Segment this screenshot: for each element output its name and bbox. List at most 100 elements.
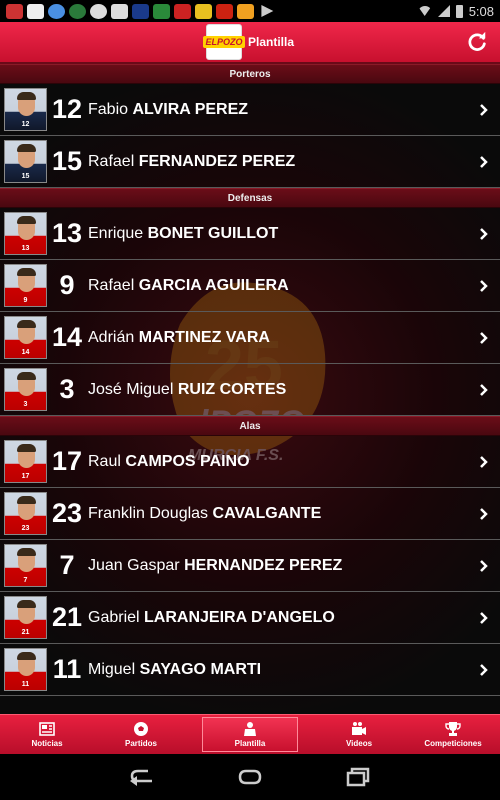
video-camera-icon bbox=[352, 722, 366, 735]
chevron-right-icon bbox=[480, 332, 488, 344]
player-photo: 11 bbox=[4, 648, 47, 691]
status-right: 5:08 bbox=[417, 4, 494, 19]
player-number: 17 bbox=[51, 446, 83, 476]
photo-jersey-number: 7 bbox=[23, 577, 28, 584]
photo-jersey-number: 15 bbox=[21, 173, 30, 180]
recent-apps-icon[interactable] bbox=[344, 767, 372, 787]
player-last-name: GARCIA AGUILERA bbox=[138, 276, 289, 294]
player-first-name: Rafael bbox=[88, 276, 135, 294]
player-hair bbox=[17, 268, 36, 276]
notification-crest-icon bbox=[216, 3, 233, 19]
notification-elpozo-icon bbox=[237, 3, 254, 19]
player-last-name: CAVALGANTE bbox=[212, 504, 322, 522]
player-name: Franklin Douglas CAVALGANTE bbox=[88, 505, 321, 523]
tab-label: Videos bbox=[345, 739, 373, 748]
tab-noticias[interactable]: Noticias bbox=[0, 715, 94, 754]
tab-plantilla[interactable]: Plantilla bbox=[202, 717, 298, 752]
player-first-name: Enrique bbox=[88, 224, 144, 242]
player-name: Adrián MARTINEZ VARA bbox=[88, 329, 270, 347]
chevron-right-icon bbox=[480, 104, 488, 116]
player-name: Gabriel LARANJEIRA D'ANGELO bbox=[88, 609, 335, 627]
player-photo: 17 bbox=[4, 440, 47, 483]
player-last-name: LARANJEIRA D'ANGELO bbox=[144, 608, 335, 626]
trophy-icon bbox=[445, 722, 461, 736]
player-name: Raul CAMPOS PAINO bbox=[88, 453, 250, 471]
player-first-name: Raul bbox=[88, 452, 121, 470]
tab-label: Partidos bbox=[124, 739, 157, 748]
notification-ghost-icon bbox=[90, 3, 107, 19]
player-hair bbox=[17, 600, 36, 608]
player-name: Rafael GARCIA AGUILERA bbox=[88, 277, 289, 295]
notification-crest-icon bbox=[195, 3, 212, 19]
player-row[interactable]: 15 15 Rafael FERNANDEZ PEREZ bbox=[0, 136, 500, 188]
refresh-icon[interactable] bbox=[466, 31, 488, 53]
player-first-name: Fabio bbox=[88, 100, 129, 118]
player-row[interactable]: 7 7 Juan Gaspar HERNANDEZ PEREZ bbox=[0, 540, 500, 592]
photo-jersey-number: 17 bbox=[21, 473, 30, 480]
player-row[interactable]: 3 3 José Miguel RUIZ CORTES bbox=[0, 364, 500, 416]
player-name: Fabio ALVIRA PEREZ bbox=[88, 101, 248, 119]
player-row[interactable]: 21 21 Gabriel LARANJEIRA D'ANGELO bbox=[0, 592, 500, 644]
notification-image-icon bbox=[27, 3, 44, 19]
app-screen: 5:08 ELPOZO Plantilla 25 elPOZO MURCIA F… bbox=[0, 0, 500, 800]
chevron-right-icon bbox=[480, 456, 488, 468]
wifi-icon bbox=[417, 6, 432, 16]
photo-jersey-number: 3 bbox=[23, 401, 28, 408]
player-last-name: FERNANDEZ PEREZ bbox=[138, 152, 296, 170]
player-photo: 3 bbox=[4, 368, 47, 411]
player-row[interactable]: 9 9 Rafael GARCIA AGUILERA bbox=[0, 260, 500, 312]
photo-jersey-number: 11 bbox=[21, 681, 30, 688]
tab-competiciones[interactable]: Competiciones bbox=[406, 715, 500, 754]
home-icon[interactable] bbox=[236, 767, 264, 787]
tab-videos[interactable]: Videos bbox=[312, 715, 406, 754]
player-row[interactable]: 13 13 Enrique BONET GUILLOT bbox=[0, 208, 500, 260]
tab-label: Plantilla bbox=[234, 739, 266, 748]
player-photo: 23 bbox=[4, 492, 47, 535]
player-number: 9 bbox=[59, 270, 75, 300]
chevron-right-icon bbox=[480, 560, 488, 572]
player-row[interactable]: 12 12 Fabio ALVIRA PEREZ bbox=[0, 84, 500, 136]
section-header: Alas bbox=[0, 416, 500, 436]
app-header: ELPOZO Plantilla bbox=[0, 22, 500, 64]
player-hair bbox=[17, 444, 36, 452]
photo-jersey-number: 21 bbox=[21, 629, 30, 636]
player-row[interactable]: 17 17 Raul CAMPOS PAINO bbox=[0, 436, 500, 488]
player-first-name: Gabriel bbox=[88, 608, 140, 626]
photo-jersey-number: 14 bbox=[21, 349, 30, 356]
player-first-name: Miguel bbox=[88, 660, 136, 678]
player-last-name: HERNANDEZ PEREZ bbox=[184, 556, 343, 574]
notification-crest-icon bbox=[153, 3, 170, 19]
notification-icons bbox=[6, 3, 275, 19]
player-last-name: CAMPOS PAINO bbox=[125, 452, 250, 470]
player-last-name: MARTINEZ VARA bbox=[138, 328, 270, 346]
status-bar: 5:08 bbox=[0, 0, 500, 22]
player-hair bbox=[17, 144, 36, 152]
chevron-right-icon bbox=[480, 612, 488, 624]
player-hair bbox=[17, 92, 36, 100]
player-row[interactable]: 23 23 Franklin Douglas CAVALGANTE bbox=[0, 488, 500, 540]
player-photo: 14 bbox=[4, 316, 47, 359]
system-nav-bar bbox=[0, 754, 500, 800]
player-last-name: RUIZ CORTES bbox=[177, 380, 287, 398]
player-name: Miguel SAYAGO MARTI bbox=[88, 661, 261, 679]
logo-text: ELPOZO bbox=[203, 36, 245, 48]
notification-crest-icon bbox=[132, 3, 149, 19]
player-first-name: Adrián bbox=[88, 328, 135, 346]
player-number: 21 bbox=[51, 602, 83, 632]
player-number: 7 bbox=[59, 550, 75, 580]
player-row[interactable]: 14 14 Adrián MARTINEZ VARA bbox=[0, 312, 500, 364]
player-photo: 9 bbox=[4, 264, 47, 307]
tab-partidos[interactable]: Partidos bbox=[94, 715, 188, 754]
photo-jersey-number: 13 bbox=[21, 245, 30, 252]
chevron-right-icon bbox=[480, 664, 488, 676]
player-list[interactable]: 25 elPOZO MURCIA F.S. Porteros1212Fabio … bbox=[0, 64, 500, 714]
player-row[interactable]: 11 11 Miguel SAYAGO MARTI bbox=[0, 644, 500, 696]
player-hair bbox=[17, 372, 36, 380]
back-icon[interactable] bbox=[128, 767, 156, 787]
tab-label: Competiciones bbox=[424, 739, 482, 748]
player-name: Enrique BONET GUILLOT bbox=[88, 225, 278, 243]
player-number: 3 bbox=[59, 374, 75, 404]
chevron-right-icon bbox=[480, 228, 488, 240]
soccer-ball-icon bbox=[134, 722, 148, 736]
notification-shield-icon bbox=[111, 3, 128, 19]
